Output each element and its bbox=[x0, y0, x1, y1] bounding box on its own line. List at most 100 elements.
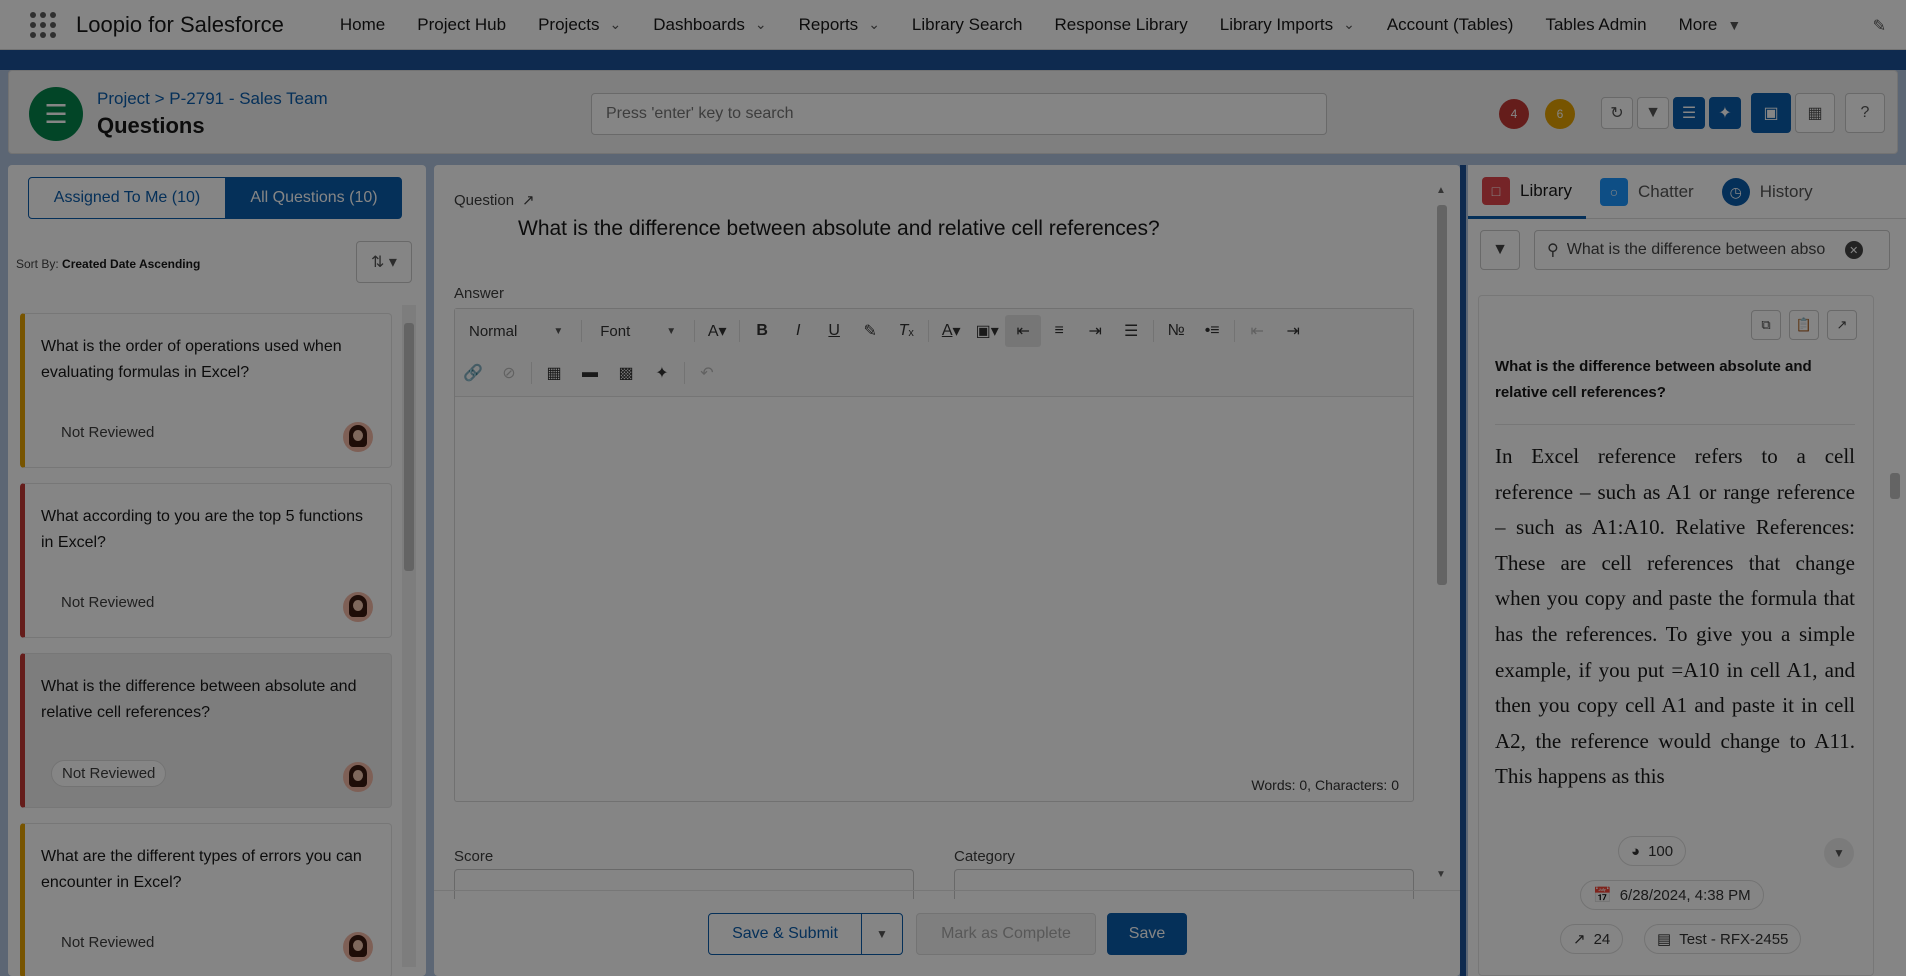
font-size-icon[interactable]: A▾ bbox=[699, 315, 735, 347]
library-filter-button[interactable]: ▼ bbox=[1480, 230, 1520, 270]
app-launcher-icon[interactable] bbox=[28, 10, 58, 40]
checklist-icon: ☰ bbox=[29, 87, 83, 141]
external-link-icon[interactable]: ↗ bbox=[522, 192, 535, 209]
nav-item-projects[interactable]: Projects ⌄ bbox=[522, 0, 637, 50]
yellow-count-badge[interactable]: 6 bbox=[1545, 99, 1575, 129]
answer-editor[interactable]: Normal ▼ Font ▼ A▾ B I U ✎ Tₓ A▾ ▣▾ ⇤ ≡ bbox=[454, 308, 1414, 802]
question-card[interactable]: What according to you are the top 5 func… bbox=[20, 483, 392, 638]
clipboard-button[interactable]: 📋 bbox=[1789, 310, 1819, 340]
font-select[interactable]: Font ▼ bbox=[586, 323, 690, 340]
table-view-button[interactable]: ▦ bbox=[1795, 93, 1835, 133]
ai-assist-button[interactable]: ✦ bbox=[1709, 97, 1741, 129]
sort-button[interactable]: ⇅ ▾ bbox=[356, 241, 412, 283]
question-card[interactable]: What are the different types of errors y… bbox=[20, 823, 392, 976]
caret-down-icon: ▼ bbox=[876, 927, 888, 941]
clear-format-icon[interactable]: Tₓ bbox=[888, 315, 924, 347]
brand-band bbox=[0, 50, 1906, 70]
expand-details-button[interactable]: ▼ bbox=[1824, 838, 1854, 868]
unlink-icon[interactable]: ⊘ bbox=[491, 357, 527, 389]
question-card[interactable]: What is the order of operations used whe… bbox=[20, 313, 392, 468]
scrollbar-thumb[interactable] bbox=[404, 323, 414, 571]
caret-down-icon[interactable]: ▼ bbox=[1727, 17, 1741, 33]
scroll-up-icon[interactable]: ▲ bbox=[1436, 185, 1446, 196]
panel-resize-handle[interactable] bbox=[1460, 165, 1466, 976]
filter-button[interactable]: ▼ bbox=[1637, 97, 1669, 129]
tab-all-questions[interactable]: All Questions (10) bbox=[226, 177, 402, 219]
edit-nav-pencil-icon[interactable]: ✎ bbox=[1873, 16, 1886, 36]
bold-icon[interactable]: B bbox=[744, 315, 780, 347]
align-justify-icon[interactable]: ☰ bbox=[1113, 315, 1149, 347]
nav-item-library-imports[interactable]: Library Imports ⌄ bbox=[1204, 0, 1371, 50]
sort-arrows-icon: ⇅ ▾ bbox=[371, 254, 397, 271]
chevron-down-icon[interactable]: ⌄ bbox=[868, 16, 880, 33]
tab-library[interactable]: □ Library bbox=[1468, 165, 1586, 219]
toolbar-separator bbox=[684, 362, 685, 384]
external-link-icon: ↗ bbox=[1836, 317, 1848, 332]
numbered-list-icon[interactable]: № bbox=[1158, 315, 1194, 347]
breadcrumb[interactable]: Project > P-2791 - Sales Team bbox=[97, 89, 328, 109]
clear-search-icon[interactable]: ✕ bbox=[1844, 241, 1863, 259]
font-value: Font bbox=[600, 322, 631, 340]
help-button[interactable]: ? bbox=[1845, 93, 1885, 133]
scrollbar-thumb[interactable] bbox=[1890, 473, 1900, 499]
nav-item-tables-admin[interactable]: Tables Admin bbox=[1529, 0, 1662, 50]
chevron-down-icon[interactable]: ⌄ bbox=[755, 16, 767, 33]
outdent-icon[interactable]: ⇤ bbox=[1239, 315, 1275, 347]
underline-icon[interactable]: U bbox=[816, 315, 852, 347]
bulleted-list-icon[interactable]: •≡ bbox=[1194, 315, 1230, 347]
nav-item-more[interactable]: More ▼ bbox=[1663, 0, 1758, 50]
tab-chatter[interactable]: ○ Chatter bbox=[1586, 165, 1708, 219]
highlight-color-icon[interactable]: ▣▾ bbox=[969, 315, 1005, 347]
format-painter-icon[interactable]: ✎ bbox=[852, 315, 888, 347]
question-card-selected[interactable]: What is the difference between absolute … bbox=[20, 653, 392, 808]
nav-item-reports[interactable]: Reports ⌄ bbox=[783, 0, 896, 50]
nav-item-project-hub[interactable]: Project Hub bbox=[401, 0, 522, 50]
scrollbar-thumb[interactable] bbox=[1437, 205, 1447, 585]
copy-button[interactable]: ⧉ bbox=[1751, 310, 1781, 340]
header-search-input[interactable] bbox=[591, 93, 1327, 135]
save-options-dropdown[interactable]: ▼ bbox=[861, 913, 903, 955]
tab-history[interactable]: ◷ History bbox=[1708, 165, 1827, 219]
nav-item-account-tables[interactable]: Account (Tables) bbox=[1371, 0, 1530, 50]
open-external-button[interactable]: ↗ bbox=[1827, 310, 1857, 340]
nav-item-response-library[interactable]: Response Library bbox=[1038, 0, 1203, 50]
paragraph-style-select[interactable]: Normal ▼ bbox=[455, 323, 577, 340]
nav-item-dashboards[interactable]: Dashboards ⌄ bbox=[637, 0, 782, 50]
link-icon[interactable]: 🔗 bbox=[455, 357, 491, 389]
question-list-scrollbar[interactable] bbox=[402, 305, 416, 967]
text-color-icon[interactable]: A ▾ bbox=[933, 315, 969, 347]
align-right-icon[interactable]: ⇥ bbox=[1077, 315, 1113, 347]
library-scrollbar[interactable] bbox=[1888, 453, 1902, 973]
table-icon[interactable]: ▦ bbox=[536, 357, 572, 389]
save-and-submit-button[interactable]: Save & Submit bbox=[708, 913, 862, 955]
mark-as-complete-button[interactable]: Mark as Complete bbox=[916, 913, 1096, 955]
library-search-input[interactable] bbox=[1566, 241, 1837, 259]
refresh-button[interactable]: ↻ bbox=[1601, 97, 1633, 129]
undo-icon[interactable]: ↶ bbox=[689, 357, 725, 389]
horizontal-rule-icon[interactable]: ▬ bbox=[572, 357, 608, 389]
indent-icon[interactable]: ⇥ bbox=[1275, 315, 1311, 347]
nav-item-label: Dashboards bbox=[653, 14, 745, 34]
right-panel-tabs: □ Library ○ Chatter ◷ History bbox=[1468, 165, 1906, 219]
source-chip[interactable]: ▤ Test - RFX-2455 bbox=[1644, 924, 1802, 954]
chevron-down-icon[interactable]: ⌄ bbox=[610, 16, 622, 33]
align-left-icon[interactable]: ⇤ bbox=[1005, 315, 1042, 347]
nav-item-library-search[interactable]: Library Search bbox=[896, 0, 1039, 50]
bulk-action-button[interactable]: ☰ bbox=[1673, 97, 1705, 129]
sparkle-icon[interactable]: ✦ bbox=[644, 357, 680, 389]
align-center-icon[interactable]: ≡ bbox=[1041, 315, 1077, 347]
library-question: What is the difference between absolute … bbox=[1495, 358, 1812, 401]
nav-item-label: Tables Admin bbox=[1545, 14, 1647, 34]
save-button[interactable]: Save bbox=[1107, 913, 1187, 955]
image-icon[interactable]: ▩ bbox=[608, 357, 644, 389]
tab-assigned-to-me[interactable]: Assigned To Me (10) bbox=[28, 177, 226, 219]
chevron-down-icon[interactable]: ⌄ bbox=[1343, 16, 1355, 33]
book-icon: □ bbox=[1482, 176, 1510, 205]
italic-icon[interactable]: I bbox=[780, 315, 816, 347]
split-view-button[interactable]: ▣ bbox=[1751, 93, 1791, 133]
detail-scrollbar[interactable]: ▲ ▼ bbox=[1434, 185, 1450, 880]
nav-item-home[interactable]: Home bbox=[324, 0, 401, 50]
red-count-badge[interactable]: 4 bbox=[1499, 99, 1529, 129]
scroll-down-icon[interactable]: ▼ bbox=[1436, 869, 1446, 880]
card-actions: ⧉ 📋 ↗ bbox=[1751, 310, 1857, 340]
